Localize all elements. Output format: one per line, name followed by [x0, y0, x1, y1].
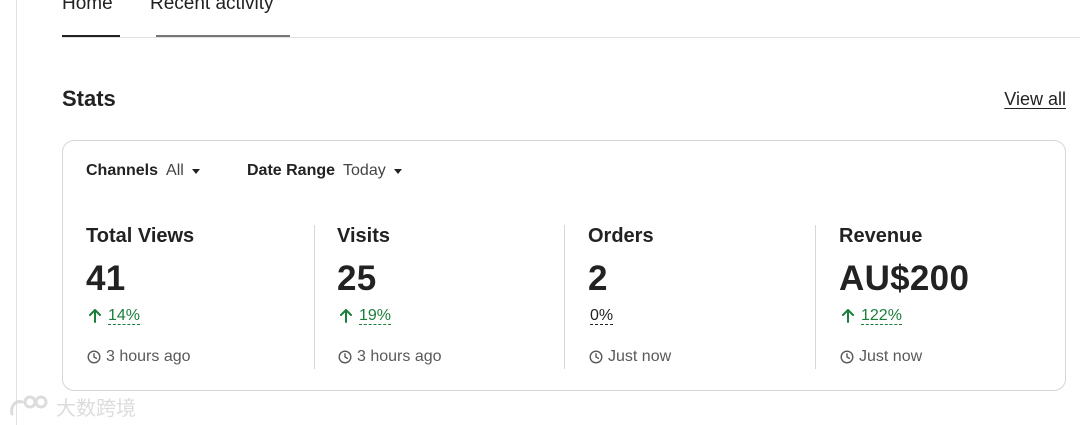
metric-divider [815, 225, 816, 369]
clock-icon [338, 350, 352, 364]
metric-visits: Visits 25 19% 3 hours ago [337, 225, 587, 369]
metric-label: Total Views [86, 225, 195, 247]
metric-change[interactable]: 19% [339, 307, 392, 325]
channels-filter-value: All [166, 162, 184, 179]
metric-label: Revenue [839, 225, 923, 247]
caret-down-icon [393, 168, 402, 174]
metric-value: 2 [588, 259, 608, 298]
metric-orders: Orders 2 0% Just now [588, 225, 838, 369]
left-border [16, 0, 17, 425]
metric-change-text: 122% [861, 307, 902, 325]
stats-title: Stats [62, 86, 116, 111]
metric-change[interactable]: 122% [841, 307, 902, 325]
clock-icon [589, 350, 603, 364]
metric-updated: 3 hours ago [87, 348, 191, 366]
metric-divider [564, 225, 565, 369]
channels-filter-label: Channels [86, 162, 159, 179]
metric-change-text: 14% [108, 307, 141, 325]
arrow-up-icon [842, 309, 854, 323]
arrow-up-icon [340, 309, 352, 323]
metric-label: Orders [588, 225, 654, 247]
metric-updated: 3 hours ago [338, 348, 442, 366]
clock-icon [87, 350, 101, 364]
metric-updated-text: 3 hours ago [106, 348, 191, 365]
stats-card: Channels All Date Range Today Total View… [62, 140, 1066, 391]
metric-change-text: 0% [590, 307, 614, 325]
clock-icon [840, 350, 854, 364]
view-all-link[interactable]: View all [1004, 89, 1066, 110]
tab-bar: Home Recent activity [62, 0, 1080, 39]
arrow-up-icon [89, 309, 101, 323]
tab-home[interactable]: Home [62, 0, 113, 17]
metric-revenue: Revenue AU$200 122% Just now [839, 225, 1080, 369]
date-range-filter[interactable]: Date Range Today [247, 162, 402, 180]
metric-total-views: Total Views 41 14% 3 hours ago [86, 225, 336, 369]
metric-label: Visits [337, 225, 390, 247]
metric-updated-text: 3 hours ago [357, 348, 442, 365]
date-range-filter-label: Date Range [247, 162, 336, 179]
metric-divider [314, 225, 315, 369]
metric-value: AU$200 [839, 259, 970, 298]
watermark: 大数跨境 [8, 392, 136, 421]
caret-down-icon [191, 168, 200, 174]
metric-value: 25 [337, 259, 377, 298]
metric-updated: Just now [840, 348, 922, 366]
watermark-logo-icon [10, 395, 48, 415]
tab-recent-activity[interactable]: Recent activity [150, 0, 274, 17]
metric-change-text: 19% [359, 307, 392, 325]
metric-updated-text: Just now [608, 348, 672, 365]
channels-filter[interactable]: Channels All [86, 162, 200, 180]
metric-updated: Just now [589, 348, 671, 366]
metric-change[interactable]: 0% [590, 307, 614, 325]
date-range-filter-value: Today [343, 162, 386, 179]
watermark-text: 大数跨境 [56, 398, 136, 420]
metric-updated-text: Just now [859, 348, 923, 365]
metric-value: 41 [86, 259, 126, 298]
metric-change[interactable]: 14% [88, 307, 141, 325]
tab-bar-divider [62, 37, 1080, 38]
